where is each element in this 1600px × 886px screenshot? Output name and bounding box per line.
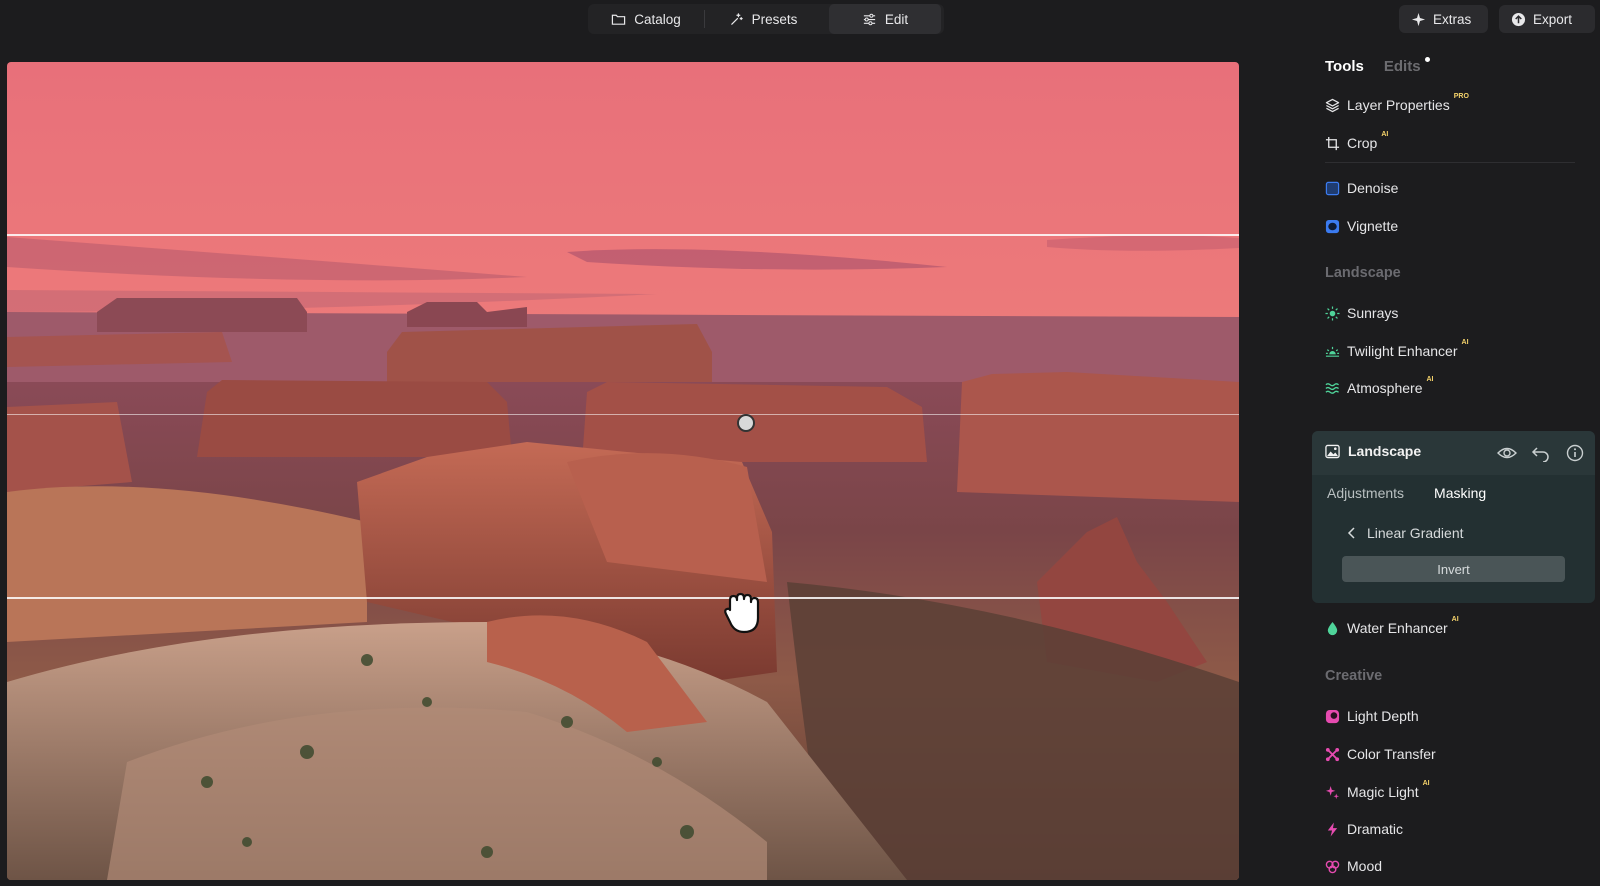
grab-hand-cursor-icon: [724, 592, 760, 634]
vignette-icon: [1325, 219, 1340, 233]
tool-mood[interactable]: Mood: [1325, 856, 1382, 876]
ai-badge: AI: [1381, 131, 1389, 138]
tool-denoise[interactable]: Denoise: [1325, 178, 1398, 198]
tool-layer-properties[interactable]: Layer Properties PRO: [1325, 93, 1469, 115]
lightning-icon: [1327, 821, 1338, 837]
eye-icon[interactable]: [1497, 444, 1517, 462]
tool-label: Color Transfer: [1347, 746, 1436, 762]
tool-twilight-enhancer[interactable]: Twilight Enhancer AI: [1325, 339, 1469, 361]
gradient-bottom-line[interactable]: [7, 597, 1239, 599]
ai-badge: AI: [1451, 616, 1459, 623]
tab-edits[interactable]: Edits: [1383, 57, 1430, 75]
tool-dramatic[interactable]: Dramatic: [1325, 819, 1403, 839]
gradient-top-line[interactable]: [7, 234, 1239, 236]
tab-edits-label: Edits: [1383, 58, 1421, 75]
ai-badge: AI: [1426, 376, 1434, 383]
tool-label: Layer Properties: [1347, 97, 1450, 113]
tool-label: Sunrays: [1347, 305, 1399, 321]
light-depth-icon: [1325, 709, 1340, 723]
sparkle-icon: [1411, 12, 1426, 26]
tool-sunrays[interactable]: Sunrays: [1325, 303, 1398, 323]
tab-adjustments[interactable]: Adjustments: [1327, 485, 1404, 501]
ai-badge: AI: [1422, 780, 1430, 787]
edit-label: Edit: [884, 11, 909, 27]
image-icon: [1325, 444, 1340, 458]
gradient-center-line[interactable]: [7, 414, 1239, 415]
top-bar: Catalog Presets Edit Extras Export: [0, 0, 1600, 40]
sparkle-wand-icon: [730, 12, 743, 25]
tool-label: Light Depth: [1347, 708, 1419, 724]
upload-circle-icon: [1511, 12, 1526, 26]
undo-icon[interactable]: [1531, 444, 1551, 462]
panel-tabs: Tools Edits: [1325, 57, 1430, 75]
crop-icon: [1325, 136, 1340, 150]
tool-label: Crop: [1347, 135, 1378, 151]
mask-type-label: Linear Gradient: [1367, 525, 1464, 541]
tool-light-depth[interactable]: Light Depth: [1325, 706, 1419, 726]
tool-label: Vignette: [1347, 218, 1399, 234]
catalog-button[interactable]: Catalog: [588, 4, 704, 34]
export-button[interactable]: Export: [1499, 5, 1595, 33]
tool-water-enhancer[interactable]: Water Enhancer AI: [1325, 616, 1459, 638]
tool-atmosphere[interactable]: Atmosphere AI: [1325, 376, 1434, 398]
pro-badge: PRO: [1453, 93, 1469, 100]
catalog-label: Catalog: [634, 11, 681, 27]
layers-icon: [1325, 98, 1340, 112]
extras-label: Extras: [1433, 11, 1472, 27]
chevron-left-icon: [1347, 527, 1355, 539]
landscape-card-title: Landscape: [1325, 443, 1421, 459]
tools-panel: Tools Edits Layer Properties PRO Crop AI…: [1312, 46, 1600, 886]
tool-vignette[interactable]: Vignette: [1325, 216, 1398, 236]
magic-light-icon: [1325, 785, 1340, 799]
tab-masking[interactable]: Masking: [1434, 485, 1486, 501]
mode-switcher: Catalog Presets Edit: [588, 4, 944, 34]
tool-label: Magic Light: [1347, 784, 1419, 800]
tool-label: Atmosphere: [1347, 380, 1423, 396]
tool-label: Twilight Enhancer: [1347, 343, 1458, 359]
presets-button[interactable]: Presets: [705, 4, 821, 34]
gradient-center-handle[interactable]: [737, 414, 755, 432]
landscape-photo: [7, 62, 1239, 880]
section-title-landscape: Landscape: [1325, 265, 1401, 281]
tool-magic-light[interactable]: Magic Light AI: [1325, 780, 1430, 802]
landscape-card-actions: [1497, 444, 1585, 462]
folder-icon: [612, 14, 626, 25]
presets-label: Presets: [751, 11, 798, 27]
ai-badge: AI: [1461, 339, 1469, 346]
landscape-tool-card: Landscape Adjustments Masking Linear Gra…: [1312, 431, 1595, 603]
mask-back-button[interactable]: Linear Gradient: [1347, 525, 1464, 541]
edit-button[interactable]: Edit: [829, 4, 941, 34]
landscape-card-header[interactable]: Landscape: [1312, 431, 1595, 475]
sliders-icon: [863, 13, 875, 25]
tab-tools[interactable]: Tools: [1325, 58, 1364, 75]
tool-label: Dramatic: [1347, 821, 1404, 837]
info-icon[interactable]: [1565, 444, 1585, 462]
tool-label: Mood: [1347, 858, 1383, 874]
landscape-card-subtabs: Adjustments Masking: [1327, 485, 1486, 501]
twilight-icon: [1325, 346, 1340, 357]
water-drop-icon: [1327, 621, 1338, 635]
atmosphere-icon: [1325, 382, 1340, 394]
export-label: Export: [1533, 11, 1573, 27]
section-title-creative: Creative: [1325, 668, 1383, 684]
edits-indicator-dot: [1424, 57, 1430, 62]
sun-icon: [1325, 305, 1340, 321]
denoise-icon: [1325, 181, 1340, 195]
tool-crop[interactable]: Crop AI: [1325, 131, 1389, 153]
tool-label: Water Enhancer: [1347, 620, 1448, 636]
color-transfer-icon: [1325, 747, 1340, 761]
tool-color-transfer[interactable]: Color Transfer: [1325, 744, 1436, 764]
photo-canvas[interactable]: [7, 62, 1239, 880]
extras-button[interactable]: Extras: [1399, 5, 1488, 33]
invert-button[interactable]: Invert: [1342, 556, 1565, 582]
tool-label: Denoise: [1347, 180, 1399, 196]
panel-divider: [1325, 162, 1575, 163]
mood-icon: [1325, 860, 1340, 873]
landscape-card-label: Landscape: [1348, 443, 1422, 459]
